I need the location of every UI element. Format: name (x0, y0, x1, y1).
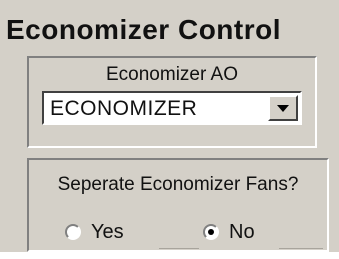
radio-no[interactable]: No (203, 220, 255, 244)
separate-fans-group: Seperate Economizer Fans? Yes No (27, 158, 329, 252)
dropdown-button[interactable] (268, 95, 298, 121)
radio-yes[interactable]: Yes (65, 220, 124, 244)
economizer-ao-selected-value: ECONOMIZER (50, 97, 198, 120)
economizer-control-panel: Economizer Control Economizer AO ECONOMI… (0, 0, 339, 252)
divider (279, 248, 323, 249)
panel-title: Economizer Control (6, 14, 282, 45)
divider (159, 248, 199, 249)
economizer-ao-label: Economizer AO (106, 64, 238, 85)
radio-no-circle[interactable] (203, 224, 219, 240)
radio-no-label[interactable]: No (229, 221, 255, 244)
separate-fans-label: Seperate Economizer Fans? (57, 174, 299, 195)
economizer-ao-dropdown[interactable]: ECONOMIZER (42, 91, 302, 125)
economizer-ao-group: Economizer AO ECONOMIZER (27, 56, 317, 148)
radio-yes-label[interactable]: Yes (91, 221, 124, 244)
radio-yes-circle[interactable] (65, 224, 81, 240)
chevron-down-icon (277, 105, 289, 112)
